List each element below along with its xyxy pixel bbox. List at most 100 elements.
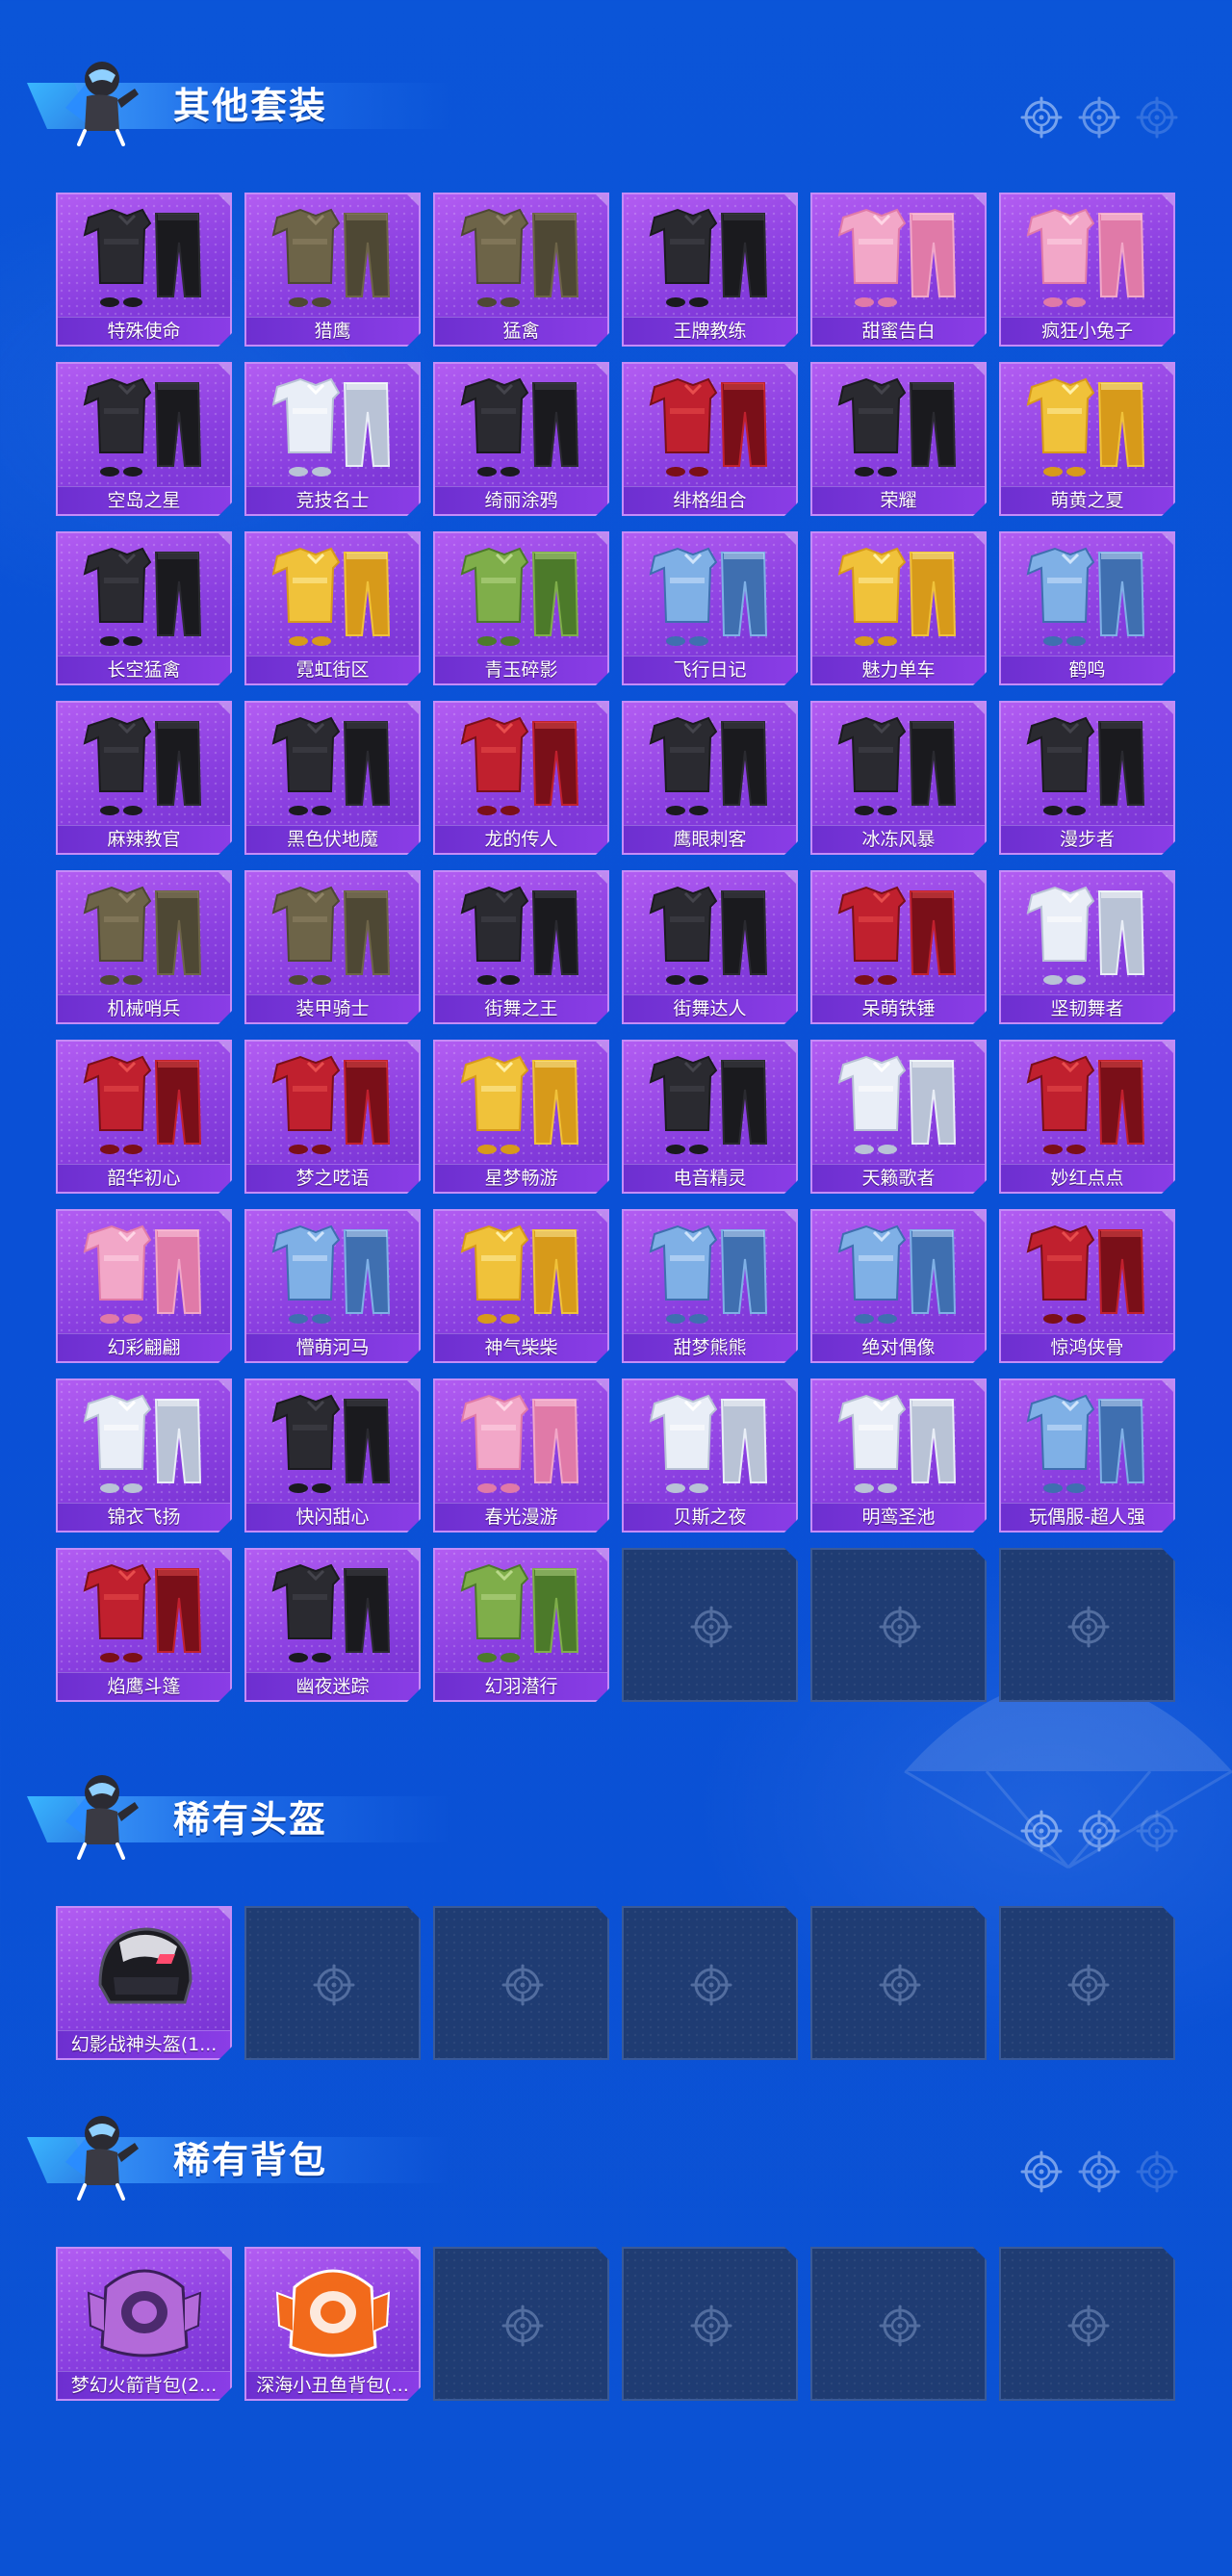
item-tile[interactable]: 麻辣教官 bbox=[56, 701, 232, 855]
item-tile[interactable]: 焰鹰斗篷 bbox=[56, 1548, 232, 1702]
item-name: 星梦畅游 bbox=[484, 1168, 558, 1189]
item-tile[interactable]: 天籁歌者 bbox=[810, 1040, 987, 1194]
item-tile[interactable]: 疯狂小兔子 bbox=[999, 193, 1175, 347]
item-tile[interactable]: 幻彩翩翩 bbox=[56, 1209, 232, 1363]
item-tile[interactable]: 绝对偶像 bbox=[810, 1209, 987, 1363]
item-name: 甜蜜告白 bbox=[861, 321, 936, 342]
item-name: 霓虹街区 bbox=[295, 659, 370, 681]
item-tile[interactable]: 玩偶服-超人强 bbox=[999, 1378, 1175, 1533]
outfit-image bbox=[260, 539, 405, 653]
section-title: 其他套装 bbox=[173, 85, 328, 127]
item-tile[interactable]: 深海小丑鱼背包(... bbox=[244, 2247, 421, 2401]
outfit-image bbox=[826, 878, 971, 992]
item-name: 长空猛禽 bbox=[107, 659, 181, 681]
item-tile[interactable]: 幽夜迷踪 bbox=[244, 1548, 421, 1702]
item-tile[interactable]: 长空猛禽 bbox=[56, 531, 232, 685]
item-tile[interactable]: 星梦畅游 bbox=[433, 1040, 609, 1194]
item-name: 机械哨兵 bbox=[107, 998, 181, 1019]
crosshair-icon bbox=[879, 2305, 921, 2347]
item-tile[interactable]: 电音精灵 bbox=[622, 1040, 798, 1194]
empty-slot bbox=[999, 1906, 1175, 2060]
item-tile[interactable]: 王牌教练 bbox=[622, 193, 798, 347]
item-tile[interactable]: 萌黄之夏 bbox=[999, 362, 1175, 516]
outfit-image bbox=[449, 539, 594, 653]
item-tile[interactable]: 韶华初心 bbox=[56, 1040, 232, 1194]
item-tile[interactable]: 霓虹街区 bbox=[244, 531, 421, 685]
item-tile[interactable]: 梦之呓语 bbox=[244, 1040, 421, 1194]
item-name: 天籁歌者 bbox=[861, 1168, 936, 1189]
item-tile[interactable]: 龙的传人 bbox=[433, 701, 609, 855]
item-tile[interactable]: 呆萌铁锤 bbox=[810, 870, 987, 1024]
item-tile[interactable]: 快闪甜心 bbox=[244, 1378, 421, 1533]
outfit-image bbox=[826, 1047, 971, 1161]
item-tile[interactable]: 漫步者 bbox=[999, 701, 1175, 855]
item-tile[interactable]: 装甲骑士 bbox=[244, 870, 421, 1024]
header-decoration bbox=[1020, 2151, 1203, 2193]
item-tile[interactable]: 幻影战神头盔(1... bbox=[56, 1906, 232, 2060]
item-tile[interactable]: 机械哨兵 bbox=[56, 870, 232, 1024]
item-tile[interactable]: 锦衣飞扬 bbox=[56, 1378, 232, 1533]
item-tile[interactable]: 惊鸿侠骨 bbox=[999, 1209, 1175, 1363]
outfit-image bbox=[637, 1217, 783, 1330]
crosshair-icon bbox=[690, 1964, 732, 2006]
item-name: 黑色伏地魔 bbox=[286, 829, 378, 850]
item-tile[interactable]: 坚韧舞者 bbox=[999, 870, 1175, 1024]
item-name: 懵萌河马 bbox=[295, 1337, 370, 1358]
crosshair-icon bbox=[1067, 1964, 1110, 2006]
outfit-image bbox=[826, 1217, 971, 1330]
item-tile[interactable]: 明鸾圣池 bbox=[810, 1378, 987, 1533]
item-tile[interactable]: 绯格组合 bbox=[622, 362, 798, 516]
item-tile[interactable]: 街舞之王 bbox=[433, 870, 609, 1024]
item-name: 猎鹰 bbox=[314, 321, 351, 342]
item-tile[interactable]: 猎鹰 bbox=[244, 193, 421, 347]
item-tile[interactable]: 竞技名士 bbox=[244, 362, 421, 516]
crosshair-icon bbox=[1020, 96, 1063, 139]
outfit-image bbox=[71, 539, 217, 653]
crosshair-icon bbox=[690, 1606, 732, 1648]
item-tile[interactable]: 梦幻火箭背包(2... bbox=[56, 2247, 232, 2401]
item-tile[interactable]: 青玉碎影 bbox=[433, 531, 609, 685]
item-tile[interactable]: 鹰眼刺客 bbox=[622, 701, 798, 855]
item-tile[interactable]: 春光漫游 bbox=[433, 1378, 609, 1533]
header-decoration bbox=[1020, 96, 1203, 139]
item-tile[interactable]: 街舞达人 bbox=[622, 870, 798, 1024]
outfit-image bbox=[449, 708, 594, 822]
item-tile[interactable]: 魅力单车 bbox=[810, 531, 987, 685]
item-tile[interactable]: 黑色伏地魔 bbox=[244, 701, 421, 855]
item-name: 青玉碎影 bbox=[484, 659, 558, 681]
item-tile[interactable]: 甜梦熊熊 bbox=[622, 1209, 798, 1363]
outfit-image bbox=[637, 370, 783, 483]
item-tile[interactable]: 荣耀 bbox=[810, 362, 987, 516]
item-tile[interactable]: 神气柴柴 bbox=[433, 1209, 609, 1363]
item-name: 玩偶服-超人强 bbox=[1029, 1507, 1145, 1528]
crosshair-icon bbox=[879, 1606, 921, 1648]
item-name: 幽夜迷踪 bbox=[295, 1676, 370, 1697]
item-name: 鹤鸣 bbox=[1068, 659, 1106, 681]
item-name: 妙红点点 bbox=[1050, 1168, 1124, 1189]
item-tile[interactable]: 贝斯之夜 bbox=[622, 1378, 798, 1533]
item-name: 街舞之王 bbox=[484, 998, 558, 1019]
item-tile[interactable]: 空岛之星 bbox=[56, 362, 232, 516]
item-name: 荣耀 bbox=[880, 490, 917, 511]
item-tile[interactable]: 飞行日记 bbox=[622, 531, 798, 685]
item-tile[interactable]: 冰冻风暴 bbox=[810, 701, 987, 855]
parachuting-character-icon bbox=[65, 2116, 139, 2201]
item-tile[interactable]: 特殊使命 bbox=[56, 193, 232, 347]
section-header: 稀有头盔 bbox=[27, 1764, 450, 1860]
outfit-image bbox=[71, 200, 217, 314]
item-tile[interactable]: 猛禽 bbox=[433, 193, 609, 347]
item-tile[interactable]: 妙红点点 bbox=[999, 1040, 1175, 1194]
item-tile[interactable]: 甜蜜告白 bbox=[810, 193, 987, 347]
item-tile[interactable]: 懵萌河马 bbox=[244, 1209, 421, 1363]
item-name: 萌黄之夏 bbox=[1050, 490, 1124, 511]
outfit-image bbox=[1014, 1047, 1160, 1161]
item-name: 焰鹰斗篷 bbox=[107, 1676, 181, 1697]
helmet-image bbox=[71, 1914, 217, 2027]
empty-slot bbox=[244, 1906, 421, 2060]
item-tile[interactable]: 幻羽潜行 bbox=[433, 1548, 609, 1702]
outfit-image bbox=[637, 708, 783, 822]
item-name: 王牌教练 bbox=[673, 321, 747, 342]
item-tile[interactable]: 绮丽涂鸦 bbox=[433, 362, 609, 516]
outfit-image bbox=[260, 1217, 405, 1330]
item-tile[interactable]: 鹤鸣 bbox=[999, 531, 1175, 685]
